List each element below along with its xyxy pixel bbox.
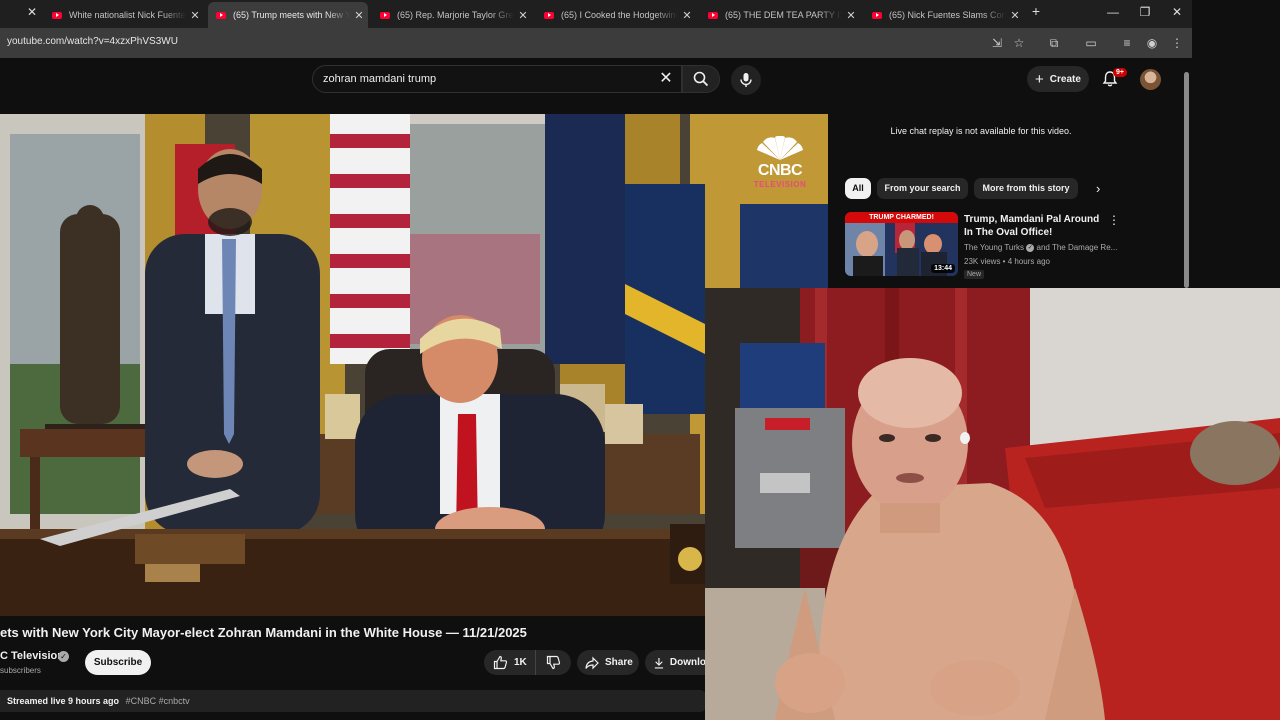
minimize-icon[interactable]: — bbox=[1098, 5, 1128, 19]
download-icon bbox=[654, 657, 664, 669]
browser-menu-icon[interactable]: ⋮ bbox=[1169, 35, 1185, 51]
chip-from-your-search[interactable]: From your search bbox=[877, 178, 968, 199]
tab-title: (65) Nick Fuentes Slams Congre bbox=[889, 10, 1006, 20]
search-query: zohran mamdani trump bbox=[323, 73, 437, 85]
browser-tab-active[interactable]: (65) Trump meets with New York ✕ bbox=[208, 2, 368, 28]
cnbc-logo: CNBC TELEVISION bbox=[752, 136, 808, 189]
download-label: Downlo bbox=[669, 657, 706, 668]
media-controls-icon[interactable]: ≡ bbox=[1119, 35, 1135, 51]
youtube-favicon-icon bbox=[872, 11, 882, 19]
create-label: Create bbox=[1049, 73, 1081, 85]
browser-tab-bar: ✕ White nationalist Nick Fuentes ✕ (65) … bbox=[0, 0, 1280, 28]
clear-search-icon[interactable]: ✕ bbox=[657, 70, 675, 88]
youtube-favicon-icon bbox=[216, 11, 226, 19]
chevron-right-icon[interactable]: › bbox=[1096, 181, 1100, 196]
new-tab-icon[interactable]: + bbox=[1021, 3, 1051, 19]
chip-all[interactable]: All bbox=[845, 178, 871, 199]
peacock-logo-icon bbox=[757, 136, 803, 160]
cnbc-wordmark: CNBC bbox=[757, 162, 803, 179]
hashtags[interactable]: #CNBC #cnbctv bbox=[126, 696, 190, 706]
share-label: Share bbox=[605, 657, 633, 668]
tab-title: (65) Trump meets with New York bbox=[233, 10, 350, 20]
microphone-icon bbox=[740, 73, 752, 87]
side-panel-icon[interactable]: ▭ bbox=[1083, 35, 1099, 51]
download-button[interactable]: Downlo bbox=[645, 650, 706, 675]
like-dislike-group: 1K bbox=[484, 650, 571, 675]
video-description-box[interactable]: Streamed live 9 hours ago #CNBC #cnbctv bbox=[0, 690, 706, 712]
webcam-feed-image bbox=[705, 288, 1280, 720]
related-video-views: 23K views • 4 hours ago bbox=[964, 257, 1050, 266]
subscriber-count: subscribers bbox=[0, 666, 41, 675]
like-button[interactable]: 1K bbox=[484, 650, 536, 675]
cnbc-subtitle: TELEVISION bbox=[753, 180, 807, 189]
related-video-thumbnail[interactable]: TRUMP CHARMED! 13:44 bbox=[845, 212, 958, 276]
youtube-favicon-icon bbox=[380, 11, 390, 19]
profile-icon[interactable]: ◉ bbox=[1144, 35, 1160, 51]
bookmark-star-icon[interactable]: ☆ bbox=[1011, 35, 1027, 51]
verified-check-icon: ✓ bbox=[1026, 243, 1035, 252]
channel-collaborators: and The Damage Re... bbox=[1036, 243, 1118, 252]
share-arrow-icon bbox=[585, 656, 599, 669]
close-icon[interactable]: ✕ bbox=[514, 9, 532, 22]
plus-icon: + bbox=[1035, 70, 1044, 88]
window-close-icon[interactable]: ✕ bbox=[1162, 5, 1192, 19]
tab-close-icon[interactable]: ✕ bbox=[17, 5, 47, 19]
scrollbar-thumb[interactable] bbox=[1184, 72, 1189, 288]
maximize-icon[interactable]: ❐ bbox=[1130, 5, 1160, 19]
channel-name[interactable]: C Television bbox=[0, 650, 64, 662]
search-input[interactable]: zohran mamdani trump ✕ bbox=[312, 65, 682, 93]
webcam-overlay bbox=[705, 288, 1280, 720]
dislike-button[interactable] bbox=[536, 650, 571, 675]
youtube-favicon-icon bbox=[708, 11, 718, 19]
live-chat-notice: Live chat replay is not available for th… bbox=[890, 126, 1072, 136]
youtube-header: zohran mamdani trump ✕ + Create 9+ bbox=[0, 58, 1192, 100]
browser-tab[interactable]: (65) I Cooked the Hodgetwins ✕ bbox=[536, 4, 696, 26]
url-field[interactable]: youtube.com/watch?v=4xzxPhVS3WU bbox=[7, 36, 178, 47]
video-frame-image bbox=[0, 114, 828, 616]
browser-tab[interactable]: (65) Nick Fuentes Slams Congre ✕ bbox=[864, 4, 1024, 26]
install-app-icon[interactable]: ⇲ bbox=[989, 35, 1005, 51]
verified-check-icon: ✓ bbox=[58, 651, 69, 662]
tab-title: (65) Rep. Marjorie Taylor Greene bbox=[397, 10, 514, 20]
account-avatar[interactable] bbox=[1140, 69, 1161, 90]
related-video-channel[interactable]: The Young Turks ✓ and The Damage Re... bbox=[964, 243, 1117, 252]
youtube-favicon-icon bbox=[52, 11, 62, 19]
search-icon bbox=[693, 71, 709, 87]
voice-search-button[interactable] bbox=[731, 65, 761, 95]
thumbs-down-icon bbox=[546, 655, 561, 670]
video-title: ets with New York City Mayor-elect Zohra… bbox=[0, 625, 527, 640]
video-player[interactable]: CNBC TELEVISION bbox=[0, 114, 828, 616]
thumbnail-banner-text: TRUMP CHARMED! bbox=[845, 212, 958, 223]
streamed-time: Streamed live 9 hours ago bbox=[7, 696, 120, 706]
new-badge: New bbox=[964, 270, 985, 279]
browser-tab[interactable]: (65) THE DEM TEA PARTY IS HE ✕ bbox=[700, 4, 860, 26]
more-options-icon[interactable]: ⋮ bbox=[1108, 213, 1120, 227]
tab-title: White nationalist Nick Fuentes bbox=[69, 10, 186, 20]
related-video-title[interactable]: Trump, Mamdani Pal Around In The Oval Of… bbox=[964, 213, 1104, 239]
video-duration-badge: 13:44 bbox=[931, 264, 955, 273]
close-icon[interactable]: ✕ bbox=[350, 9, 368, 22]
share-button[interactable]: Share bbox=[577, 650, 639, 675]
extensions-icon[interactable]: ⧉ bbox=[1046, 35, 1062, 51]
notification-count-badge: 9+ bbox=[1113, 68, 1127, 77]
close-icon[interactable]: ✕ bbox=[186, 9, 204, 22]
close-icon[interactable]: ✕ bbox=[842, 9, 860, 22]
window-edge bbox=[1192, 0, 1280, 290]
browser-tab[interactable]: (65) Rep. Marjorie Taylor Greene ✕ bbox=[372, 4, 532, 26]
tab-title: (65) I Cooked the Hodgetwins bbox=[561, 10, 678, 20]
search-button[interactable] bbox=[682, 65, 720, 93]
like-count: 1K bbox=[514, 657, 527, 668]
create-button[interactable]: + Create bbox=[1027, 66, 1089, 92]
thumbs-up-icon bbox=[493, 655, 508, 670]
channel-name: The Young Turks bbox=[964, 243, 1025, 252]
tab-title: (65) THE DEM TEA PARTY IS HE bbox=[725, 10, 842, 20]
address-bar: youtube.com/watch?v=4xzxPhVS3WU ⇲ ☆ ⧉ ▭ … bbox=[0, 28, 1192, 58]
subscribe-button[interactable]: Subscribe bbox=[85, 650, 151, 675]
chip-more-from-this-story[interactable]: More from this story bbox=[974, 178, 1078, 199]
close-icon[interactable]: ✕ bbox=[678, 9, 696, 22]
browser-tab[interactable]: White nationalist Nick Fuentes ✕ bbox=[44, 4, 204, 26]
youtube-favicon-icon bbox=[544, 11, 554, 19]
